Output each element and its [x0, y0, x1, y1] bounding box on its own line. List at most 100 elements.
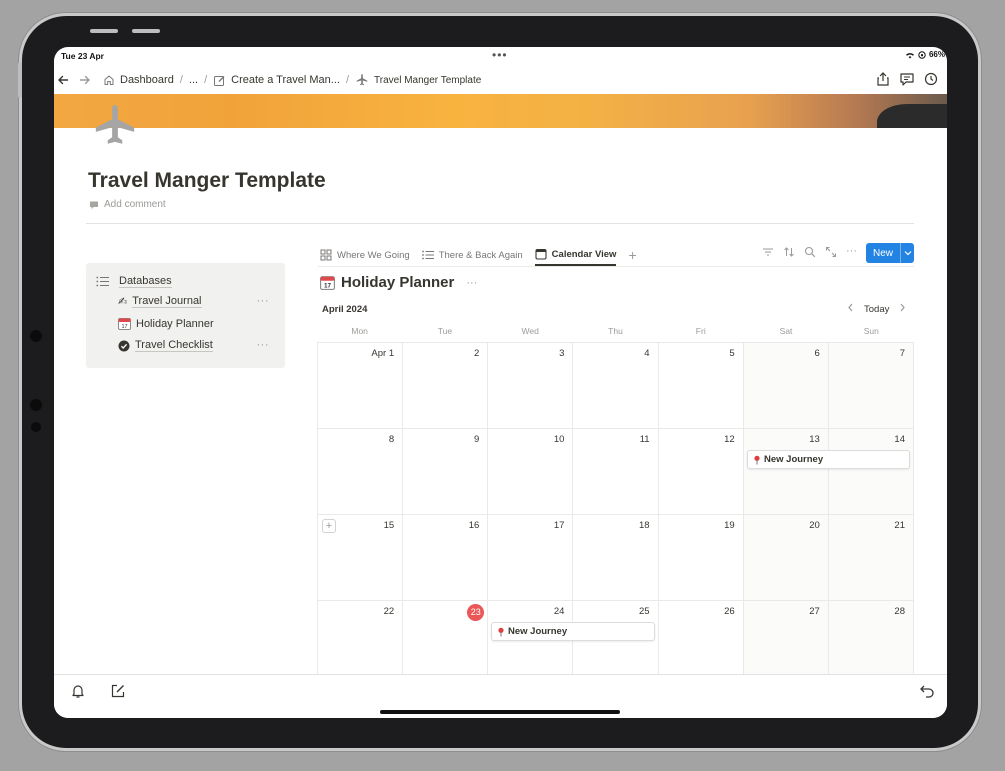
filter-icon[interactable] — [762, 246, 774, 258]
page-title[interactable]: Travel Manger Template — [88, 169, 326, 193]
breadcrumb-create-travel[interactable]: Create a Travel Man... — [213, 74, 340, 87]
breadcrumb-separator: / — [204, 74, 208, 86]
calendar-day-cell[interactable]: 20 — [743, 515, 829, 601]
tab-where-we-going[interactable]: Where We Going — [320, 244, 410, 266]
add-view-icon[interactable]: + — [628, 247, 636, 263]
calendar-day-cell[interactable]: 16 — [403, 515, 489, 601]
undo-icon[interactable] — [919, 683, 935, 699]
calendar-icon: 17 — [118, 318, 131, 330]
database-link-label: Travel Journal — [132, 295, 202, 308]
breadcrumb-label: Travel Manger Template — [374, 74, 482, 86]
day-number: 22 — [383, 606, 395, 617]
list-icon — [421, 250, 434, 260]
day-number: 9 — [473, 434, 480, 445]
bell-icon[interactable] — [70, 683, 86, 699]
device-sensor — [30, 399, 42, 411]
multitasking-dots-icon[interactable]: ••• — [492, 48, 508, 62]
today-button[interactable]: Today — [864, 304, 889, 315]
calendar-day-cell[interactable]: 17 — [488, 515, 574, 601]
compose-icon[interactable] — [110, 683, 126, 699]
search-icon[interactable] — [804, 246, 816, 258]
calendar-day-cell[interactable]: 13 — [743, 429, 829, 515]
add-comment-button[interactable]: Add comment — [89, 199, 166, 210]
more-options-icon[interactable]: ··· — [466, 277, 477, 289]
device-sensor — [30, 330, 42, 342]
calendar-day-cell[interactable]: 9 — [403, 429, 489, 515]
tab-there-and-back-again[interactable]: There & Back Again — [421, 244, 523, 266]
status-indicators: 66% — [905, 50, 945, 59]
share-icon[interactable] — [875, 71, 891, 87]
calendar-day-cell[interactable]: 7 — [828, 343, 914, 429]
calendar-day-cell[interactable]: 19 — [658, 515, 744, 601]
databases-callout: Databases ✍ Travel Journal ··· 17 Holida… — [86, 263, 285, 368]
breadcrumb-ellipsis[interactable]: ... — [189, 74, 198, 86]
home-icon — [104, 75, 114, 85]
day-number: 18 — [638, 520, 650, 531]
back-arrow-icon[interactable] — [55, 72, 71, 88]
device-button — [90, 29, 118, 33]
calendar-event[interactable]: New Journey — [747, 450, 910, 469]
breadcrumb-dashboard[interactable]: Dashboard — [103, 74, 174, 86]
expand-icon[interactable] — [825, 246, 837, 258]
event-title: New Journey — [508, 626, 568, 637]
calendar-day-cell[interactable]: 14 — [828, 429, 914, 515]
calendar-day-cell[interactable]: 18 — [573, 515, 659, 601]
calendar-day-cell[interactable]: 4 — [573, 343, 659, 429]
wifi-icon — [905, 52, 914, 58]
list-icon — [96, 276, 109, 287]
day-number: 24 — [553, 606, 565, 617]
orientation-lock-icon — [918, 50, 926, 59]
chevron-down-icon[interactable] — [900, 243, 914, 263]
weekday-label: Mon — [351, 326, 368, 336]
writing-hand-icon: ✍ — [118, 296, 128, 308]
tab-label: Calendar View — [551, 248, 617, 260]
more-options-icon[interactable]: ··· — [846, 246, 858, 258]
add-event-icon[interactable]: + — [322, 519, 336, 533]
more-options-icon[interactable]: ··· — [257, 295, 270, 307]
svg-text:17: 17 — [324, 283, 332, 290]
day-number: 3 — [559, 348, 565, 359]
airplane-icon[interactable] — [92, 102, 138, 148]
calendar-day-cell[interactable]: 2 — [403, 343, 489, 429]
pin-icon — [754, 455, 760, 464]
weekday-header: Mon Tue Wed Thu Fri Sat Sun — [317, 326, 914, 336]
database-link-travel-checklist[interactable]: Travel Checklist — [118, 339, 213, 352]
more-options-icon[interactable]: ··· — [257, 339, 270, 351]
view-tabs: Where We Going There & Back Again Calend… — [320, 244, 637, 266]
cover-image[interactable] — [54, 94, 947, 128]
calendar-day-cell[interactable]: 12 — [658, 429, 744, 515]
calendar-day-cell[interactable]: 5 — [658, 343, 744, 429]
calendar-day-cell[interactable]: 8 — [318, 429, 404, 515]
breadcrumb-separator: / — [345, 74, 350, 86]
calendar-day-cell[interactable]: 6 — [743, 343, 829, 429]
calendar-title[interactable]: 17 Holiday Planner ··· — [320, 274, 477, 291]
forward-arrow-icon[interactable] — [77, 72, 93, 88]
calendar-day-cell[interactable]: 3 — [488, 343, 574, 429]
breadcrumb-current-page[interactable]: Travel Manger Template — [355, 73, 481, 87]
calendar-day-cell[interactable]: 10 — [488, 429, 574, 515]
screen: Tue 23 Apr ••• 66% Dashboard / ... / Cre… — [54, 47, 947, 718]
database-link-label: Holiday Planner — [136, 317, 214, 330]
calendar-icon: 17 — [320, 276, 335, 290]
databases-heading[interactable]: Databases — [96, 275, 172, 288]
sort-icon[interactable] — [783, 246, 795, 258]
chevron-left-icon[interactable] — [847, 303, 854, 315]
calendar-day-cell[interactable]: + 15 — [318, 515, 404, 601]
day-number: 25 — [638, 606, 650, 617]
day-number: 20 — [809, 520, 820, 531]
airplane-wing-image — [877, 104, 947, 128]
database-link-travel-journal[interactable]: ✍ Travel Journal — [118, 295, 202, 308]
comments-icon[interactable] — [899, 71, 915, 87]
history-clock-icon[interactable] — [923, 71, 939, 87]
device-sensor — [31, 422, 41, 432]
calendar-day-cell[interactable]: Apr 1 — [318, 343, 404, 429]
calendar-day-cell[interactable]: 11 — [573, 429, 659, 515]
tab-calendar-view[interactable]: Calendar View — [534, 244, 617, 266]
calendar-event[interactable]: New Journey — [491, 622, 655, 641]
new-button[interactable]: New — [866, 243, 914, 263]
home-indicator[interactable] — [380, 710, 620, 714]
weekday-label: Sun — [863, 326, 879, 336]
calendar-day-cell[interactable]: 21 — [828, 515, 914, 601]
database-link-holiday-planner[interactable]: 17 Holiday Planner — [118, 317, 214, 330]
chevron-right-icon[interactable] — [899, 303, 906, 315]
